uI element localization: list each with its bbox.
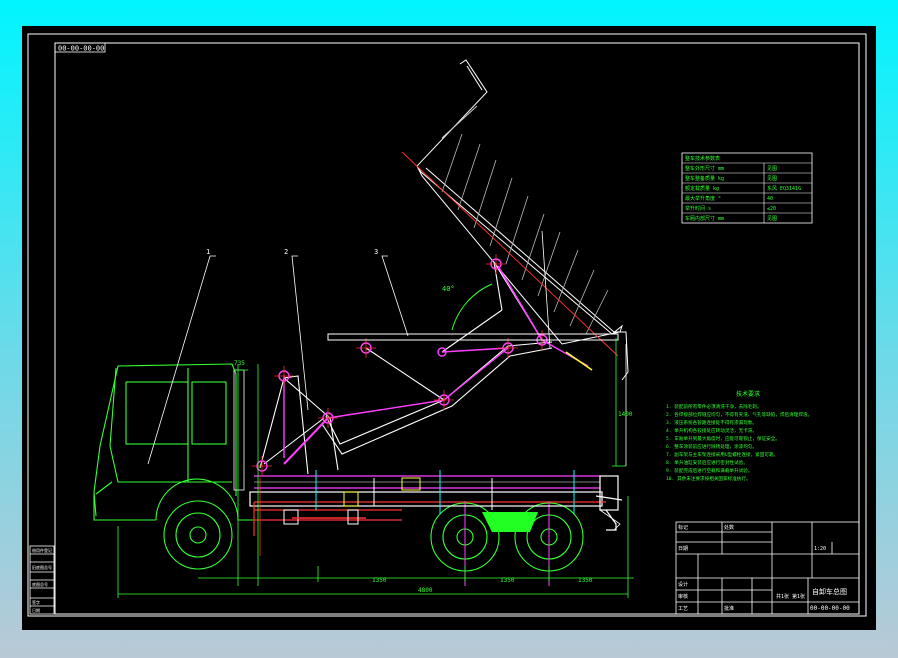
tech-row-3-value: 东风 EQ3141G xyxy=(767,185,801,192)
note-line-4: 5. 车厢举升到最大角度时，应能可靠锁止，保证安全。 xyxy=(666,435,780,442)
dump-body xyxy=(416,59,629,381)
truck-cab xyxy=(93,363,262,521)
tech-row-4-label: 最大举升角度 ° xyxy=(685,195,721,202)
note-line-7: 8. 举升油缸安装后应进行密封性试验。 xyxy=(666,459,748,466)
note-line-5: 6. 整车涂装前应进行除锈处理，涂漆均匀。 xyxy=(666,443,757,450)
body-centerline xyxy=(401,151,619,357)
dim-overall: 4800 xyxy=(418,587,433,594)
tech-row-2-value: 见图 xyxy=(767,176,777,182)
part-number-1: 1 xyxy=(206,248,210,256)
tech-row-6-value: 见图 xyxy=(767,216,777,222)
tb-checked: 审核 xyxy=(678,593,688,600)
dim-bottom-a: 1350 xyxy=(372,577,387,584)
transmission-box xyxy=(347,509,359,525)
outer-frame xyxy=(27,33,867,617)
tech-row-4-value: 40 xyxy=(767,196,773,202)
lb-cell-4: 底图总号 xyxy=(32,581,48,587)
tb-scale: 1:20 xyxy=(814,546,826,552)
tb-designed: 设计 xyxy=(678,581,688,588)
tech-table: 整车技术参数表 整车外形尺寸 mm 见图 整车整备质量 kg 见图 额定载质量 … xyxy=(681,152,813,224)
body-lowered-position xyxy=(327,333,619,341)
tech-row-1-label: 整车外形尺寸 mm xyxy=(685,165,724,172)
angle-label: 40° xyxy=(442,285,455,293)
cad-drawing-canvas[interactable]: 00-00-00-00 40° 1 2 3 735 1400 1350 1350… xyxy=(22,26,876,630)
part-number-3: 3 xyxy=(374,248,378,256)
notes-title: 技术要求 xyxy=(736,390,760,398)
tech-row-2-label: 整车整备质量 kg xyxy=(685,175,724,182)
fuel-tank xyxy=(343,491,359,507)
pivot-pins xyxy=(256,258,548,472)
body-dim-line xyxy=(541,230,551,349)
front-wheel xyxy=(163,500,233,570)
tb-drawing-name: 自卸车总图 xyxy=(812,587,847,596)
note-line-1: 2. 各焊接部位焊缝应均匀，不得有夹渣、气孔等缺陷，焊后清理焊渣。 xyxy=(666,411,812,418)
pin-centerlines xyxy=(252,254,552,476)
tech-row-0-label: 整车技术参数表 xyxy=(685,155,720,162)
rear-suspension xyxy=(482,512,538,532)
rear-hook xyxy=(599,509,621,531)
dim-right-height: 1400 xyxy=(618,411,633,418)
dim-left-top: 735 xyxy=(234,360,245,367)
battery-box xyxy=(283,509,299,525)
dimension-lines xyxy=(117,338,634,598)
tech-row-1-value: 见图 xyxy=(767,166,777,172)
chassis-frame xyxy=(249,475,623,536)
code-stamp: 00-00-00-00 xyxy=(58,45,104,53)
title-block xyxy=(675,521,860,615)
tb-count: 处数 xyxy=(724,524,734,531)
rear-ram xyxy=(565,351,593,371)
note-line-8: 9. 装配完成后进行空载和满载举升试验。 xyxy=(666,467,752,474)
part-number-2: 2 xyxy=(284,248,288,256)
part-leaders xyxy=(147,255,409,465)
tb-process: 工艺 xyxy=(678,606,688,612)
dim-bottom-c: 1350 xyxy=(578,577,593,584)
tilt-angle-arc xyxy=(451,283,493,331)
tech-notes: 技术要求 1. 装配前所有零件必须清洗干净，去除毛刺。 2. 各焊接部位焊缝应均… xyxy=(666,390,812,482)
lb-cell-0: 借用件登记 xyxy=(32,547,52,553)
tb-code: 00-00-00-00 xyxy=(810,605,850,612)
tech-row-6-label: 车厢内部尺寸 mm xyxy=(685,215,724,222)
tech-row-3-label: 额定载质量 kg xyxy=(685,185,719,192)
inner-frame xyxy=(54,42,860,615)
tech-row-5-value: ≤20 xyxy=(767,206,776,212)
note-line-9: 10. 其余未注要求按相关国家标准执行。 xyxy=(666,475,751,482)
note-line-3: 4. 举升机构各铰接处应转动灵活，无卡滞。 xyxy=(666,427,757,434)
lb-cell-7: 日期 xyxy=(32,607,40,613)
tb-approved: 批准 xyxy=(724,605,734,612)
dim-bottom-b: 1350 xyxy=(500,577,515,584)
note-line-6: 7. 副车架与主车架连接采用U型螺栓连接，紧固可靠。 xyxy=(666,451,778,458)
tb-mark: 标记 xyxy=(678,524,688,531)
tech-row-5-label: 举升时间 s xyxy=(685,205,711,212)
tb-sheet: 共1张 第1张 xyxy=(776,593,805,600)
lb-cell-2: 旧底图总号 xyxy=(32,564,52,570)
note-line-0: 1. 装配前所有零件必须清洗干净，去除毛刺。 xyxy=(666,403,762,410)
note-line-2: 3. 液压系统各管路连接处不得有渗漏现象。 xyxy=(666,419,757,426)
drawing-svg: 00-00-00-00 40° 1 2 3 735 1400 1350 1350… xyxy=(27,33,867,617)
tb-date: 日期 xyxy=(678,546,688,552)
lb-cell-6: 签字 xyxy=(32,599,40,605)
